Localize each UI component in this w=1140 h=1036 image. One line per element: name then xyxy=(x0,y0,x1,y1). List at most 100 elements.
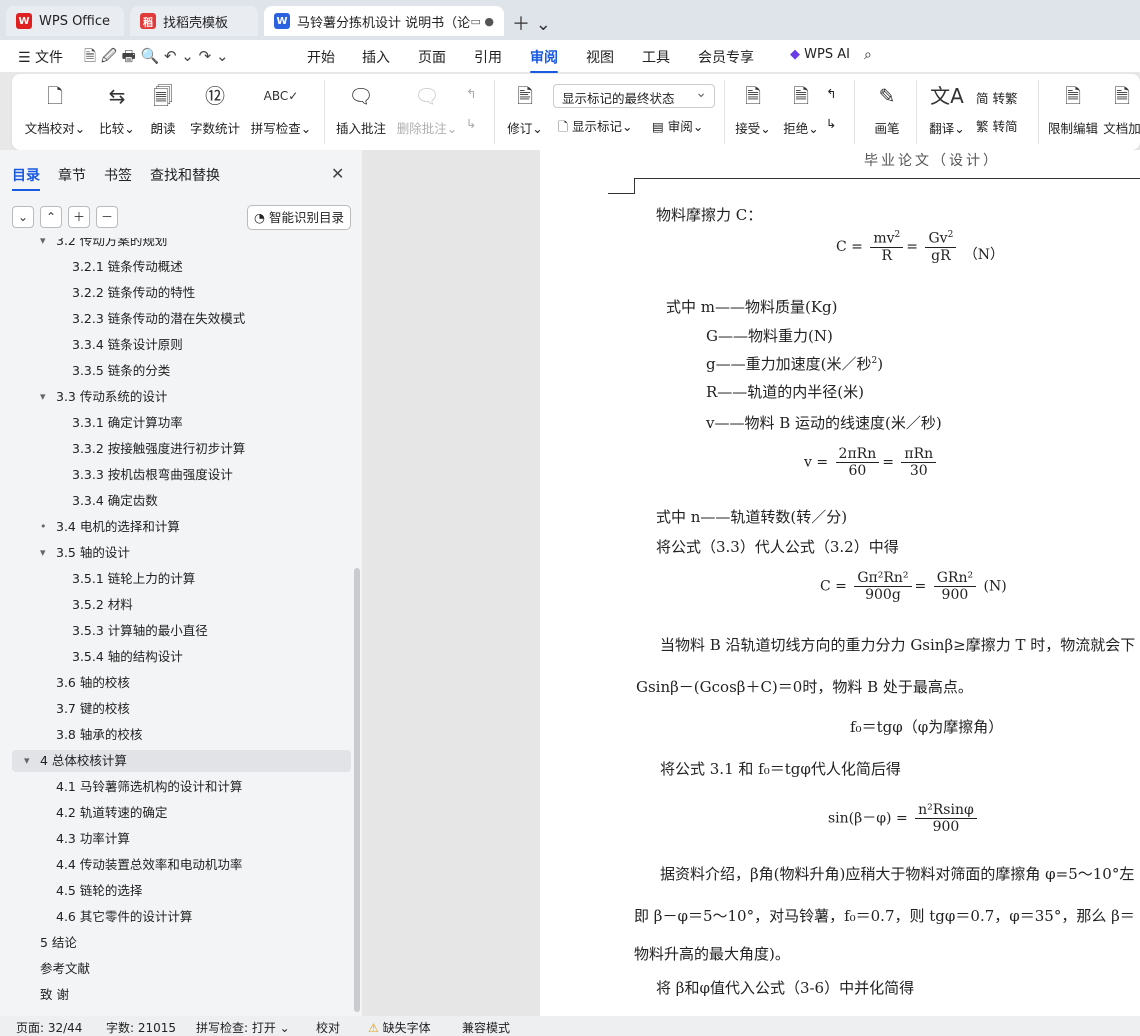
toc-item-label: 3.3.3 按机齿根弯曲强度设计 xyxy=(72,467,233,482)
tab-wps-office[interactable]: W WPS Office xyxy=(6,6,124,36)
tab-sections[interactable]: 章节 xyxy=(58,165,86,185)
new-tab-icon[interactable]: ＋ ⌄ xyxy=(512,10,551,36)
restrict-edit-button[interactable]: 🗎 限制编辑 xyxy=(1040,82,1106,137)
spell-check-button[interactable]: ABC✓ 拼写检查⌄ xyxy=(248,82,314,137)
pen-icon: ✎ xyxy=(878,84,896,108)
doc-line: 将 β和φ值代入公式（3-6）中并化简得 xyxy=(656,979,915,997)
file-menu[interactable]: ☰ 文件 xyxy=(18,47,63,67)
menu-view[interactable]: 视图 xyxy=(586,47,614,67)
delete-comment-button[interactable]: 🗨 删除批注⌄ xyxy=(394,82,460,137)
revise-label: 修订 xyxy=(507,121,533,136)
menu-start[interactable]: 开始 xyxy=(307,47,335,67)
unit: (N) xyxy=(983,578,1007,595)
delete-comment-label: 删除批注 xyxy=(396,121,447,136)
menu-bar: ☰ 文件 🗎 🖉 🖶 🔍 ↶ ⌄ ↷ ⌄ 开始 插入 页面 引用 审阅 视图 工… xyxy=(0,40,1140,73)
toc-scrollbar[interactable] xyxy=(354,568,360,1012)
denominator: gR xyxy=(931,247,951,264)
word-count-button[interactable]: ⑫ 字数统计 xyxy=(182,82,248,137)
doc-check-button[interactable]: 🗋 文档校对⌄ xyxy=(22,82,88,137)
tab-label: 找稻壳模板 xyxy=(163,15,229,31)
exponent: 2 xyxy=(894,230,901,240)
menu-reference[interactable]: 引用 xyxy=(474,47,502,67)
translate-button[interactable]: 文A 翻译⌄ xyxy=(914,82,980,137)
numerator: mv xyxy=(873,230,895,247)
tab-controls[interactable]: ▭ ● xyxy=(471,15,495,28)
ai-toc-icon: ◔ xyxy=(254,210,265,225)
close-icon[interactable]: ✕ xyxy=(331,164,344,183)
fraction: Gv2 gR xyxy=(925,230,957,264)
numerator: GRn² xyxy=(933,570,977,587)
numerator: πRn xyxy=(901,446,937,463)
compat-mode-indicator: 兼容模式 xyxy=(462,1021,511,1035)
collapse-up-icon[interactable]: ⌃ xyxy=(40,206,62,228)
to-traditional-button[interactable]: 简 转繁 xyxy=(976,88,1018,107)
ribbon-separator xyxy=(324,80,325,144)
toc-item-label: 3.5.1 链轮上力的计算 xyxy=(72,571,196,586)
bullet-icon[interactable]: • xyxy=(40,516,47,538)
word-count-indicator[interactable]: 字数: 21015 xyxy=(106,1019,176,1036)
fraction: 2πRn 60 xyxy=(835,446,880,479)
spell-check-status[interactable]: 拼写检查: 打开 ⌄ xyxy=(196,1019,290,1036)
show-marks-button[interactable]: 🗋 显示标记⌄ xyxy=(558,116,633,139)
menu-member[interactable]: 会员专享 xyxy=(698,47,754,67)
toc-item[interactable]: ▾ 4 总体校核计算 xyxy=(12,750,351,772)
missing-font-label: 缺失字体 xyxy=(382,1021,431,1035)
menu-insert[interactable]: 插入 xyxy=(362,47,390,67)
doc-encrypt-button[interactable]: 🗎 文档加 xyxy=(1102,82,1140,137)
markup-mode-dropdown[interactable]: 显示标记的最终状态 xyxy=(553,84,715,108)
quick-access-icons[interactable]: 🗎 🖉 🖶 🔍 ↶ ⌄ ↷ ⌄ xyxy=(84,46,229,71)
missing-font-button[interactable]: ⚠ 缺失字体 xyxy=(368,1019,431,1036)
eq-lhs: C = xyxy=(836,238,863,255)
revise-button[interactable]: 🖹 修订⌄ xyxy=(492,82,558,137)
prev-comment-icon[interactable]: ↰ xyxy=(466,86,476,101)
doc-line: 将公式 3.1 和 f₀＝tgφ代人化简后得 xyxy=(660,760,901,778)
numerator: Gv xyxy=(928,230,948,247)
expand-arrow-icon[interactable]: ▾ xyxy=(24,750,30,772)
navigation-pane: 目录 章节 书签 查找和替换 ✕ ⌄ ⌃ ＋ － ◔ 智能识别目录 ▾ 3.2 传… xyxy=(0,150,362,1016)
search-icon[interactable]: ⌕ xyxy=(864,47,872,63)
prev-change-icon[interactable]: ↰ xyxy=(826,86,836,101)
add-level-icon[interactable]: ＋ xyxy=(68,206,90,228)
toc-item-label: 3.3.4 链条设计原则 xyxy=(72,337,183,352)
menu-page[interactable]: 页面 xyxy=(418,47,446,67)
exponent: 2 xyxy=(947,230,954,240)
toc-item-label: 4.2 轨道转速的确定 xyxy=(56,805,168,820)
doc-line: v——物料 B 运动的线速度(米／秒) xyxy=(706,414,942,432)
to-simplified-button[interactable]: 繁 转简 xyxy=(976,116,1018,135)
numerator: Gπ²Rn² xyxy=(854,570,912,587)
tab-document[interactable]: W 马铃薯分拣机设计 说明书（论 ▭ ● xyxy=(264,6,504,36)
toc-item-label: 3.3.4 确定齿数 xyxy=(72,493,158,508)
insert-comment-label: 插入批注 xyxy=(335,121,386,136)
page-indicator[interactable]: 页面: 32/44 xyxy=(16,1019,82,1036)
eq-lhs: C = xyxy=(820,578,847,595)
expand-arrow-icon[interactable]: ▾ xyxy=(40,238,46,252)
expand-arrow-icon[interactable]: ▾ xyxy=(40,386,46,408)
next-change-icon[interactable]: ↳ xyxy=(826,116,836,131)
tab-templates[interactable]: 稻 找稻壳模板 xyxy=(130,6,258,36)
denominator: R xyxy=(881,247,893,264)
equation-velocity: v = 2πRn 60 = πRn 30 xyxy=(804,446,939,479)
wps-ai-label: WPS AI xyxy=(804,47,850,62)
to-traditional-label: 转繁 xyxy=(992,91,1018,106)
tab-find-replace[interactable]: 查找和替换 xyxy=(150,165,220,185)
document-page[interactable]: 毕业论文（设计） 物料摩擦力 C： C = mv2 R = Gv2 gR （N） 式中… xyxy=(540,150,1140,1016)
menu-tools[interactable]: 工具 xyxy=(642,47,670,67)
reject-button[interactable]: 🗎 拒绝⌄ xyxy=(768,82,834,137)
tab-label: 马铃薯分拣机设计 说明书（论 xyxy=(297,15,471,31)
proofread-button[interactable]: 校对 xyxy=(316,1019,340,1036)
numerator: 2πRn xyxy=(835,446,880,463)
next-comment-icon[interactable]: ↳ xyxy=(466,116,476,131)
doc-line: 即 β－φ＝5～10°，对马铃薯，f₀＝0.7，则 tgφ＝0.7，φ＝35°，… xyxy=(634,907,1135,925)
wps-ai-button[interactable]: ◆ WPS AI xyxy=(790,47,850,62)
menu-review[interactable]: 审阅 xyxy=(530,47,558,73)
doc-text: ) xyxy=(877,355,884,373)
remove-level-icon[interactable]: － xyxy=(96,206,118,228)
tab-bookmarks[interactable]: 书签 xyxy=(104,165,132,185)
review-pane-button[interactable]: ▤ 审阅⌄ xyxy=(652,116,703,135)
collapse-down-icon[interactable]: ⌄ xyxy=(12,206,34,228)
expand-arrow-icon[interactable]: ▾ xyxy=(40,542,46,564)
insert-comment-button[interactable]: 🗨 插入批注 xyxy=(328,82,394,137)
pen-button[interactable]: ✎ 画笔 xyxy=(854,82,920,137)
ai-toc-button[interactable]: ◔ 智能识别目录 xyxy=(247,205,351,230)
tab-toc[interactable]: 目录 xyxy=(12,165,40,191)
